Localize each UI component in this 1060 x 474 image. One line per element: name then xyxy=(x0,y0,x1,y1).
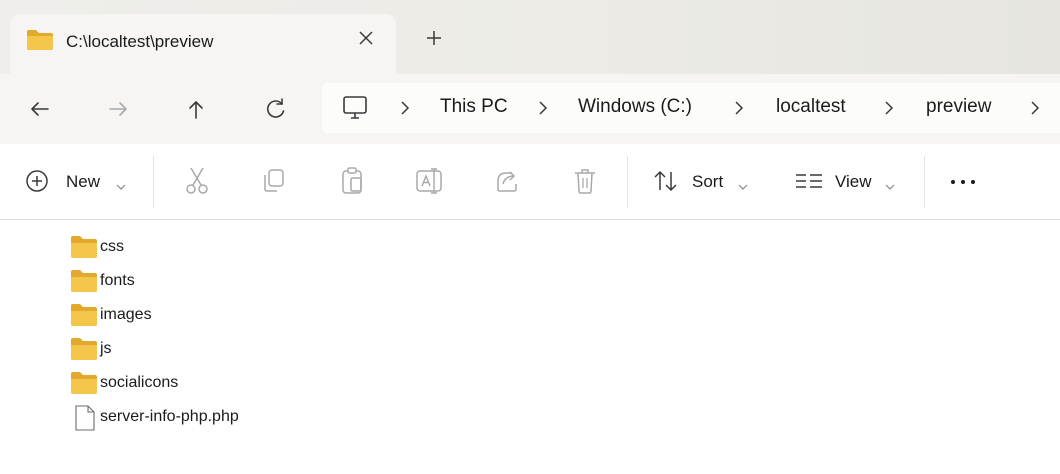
sort-icon xyxy=(652,168,680,199)
view-label: View xyxy=(835,172,872,191)
tab-title: C:\localtest\preview xyxy=(66,32,214,51)
delete-icon[interactable] xyxy=(570,164,600,198)
breadcrumb-windows-c[interactable]: Windows (C:) xyxy=(578,96,692,118)
more-icon[interactable] xyxy=(946,164,980,198)
breadcrumb-localtest[interactable]: localtest xyxy=(776,96,846,118)
copy-icon[interactable] xyxy=(260,164,290,198)
chevron-down-icon xyxy=(885,178,895,196)
add-circle-icon xyxy=(24,168,50,199)
view-button[interactable]: View xyxy=(795,164,905,198)
folder-icon xyxy=(26,29,54,56)
view-list-icon xyxy=(795,170,823,197)
chevron-right-icon[interactable] xyxy=(882,99,896,117)
list-item-css[interactable]: css xyxy=(70,231,370,265)
toolbar-divider xyxy=(153,156,154,208)
list-item-server-info-php[interactable]: server-info-php.php xyxy=(70,401,370,435)
list-item-images[interactable]: images xyxy=(70,299,370,333)
folder-icon xyxy=(70,371,98,400)
list-item-js[interactable]: js xyxy=(70,333,370,367)
sort-button[interactable]: Sort xyxy=(652,164,762,198)
new-button[interactable]: New xyxy=(24,164,136,198)
item-name: socialicons xyxy=(100,374,179,391)
chevron-right-icon[interactable] xyxy=(398,99,412,117)
list-item-fonts[interactable]: fonts xyxy=(70,265,370,299)
arrow-up-icon[interactable] xyxy=(178,92,214,126)
toolbar-divider xyxy=(627,156,628,208)
folder-icon xyxy=(70,269,98,298)
chevron-down-icon xyxy=(738,178,748,196)
chevron-right-icon[interactable] xyxy=(1028,99,1042,117)
tab-preview[interactable]: C:\localtest\preview xyxy=(10,14,396,74)
plus-icon[interactable] xyxy=(418,22,450,54)
breadcrumb-this-pc[interactable]: This PC xyxy=(440,96,508,118)
navigation-bar: This PC Windows (C:) localtest preview xyxy=(0,74,1060,144)
this-pc-icon xyxy=(342,95,368,126)
arrow-right-icon[interactable] xyxy=(100,92,136,126)
sort-label: Sort xyxy=(692,172,724,191)
address-bar[interactable]: This PC Windows (C:) localtest preview xyxy=(322,83,1060,133)
toolbar-divider xyxy=(924,156,925,208)
folder-icon xyxy=(70,235,98,264)
item-name: images xyxy=(100,306,152,323)
folder-icon xyxy=(70,337,98,366)
paste-icon[interactable] xyxy=(338,164,368,198)
share-icon[interactable] xyxy=(492,164,522,198)
item-name: server-info-php.php xyxy=(100,408,239,425)
title-bar: C:\localtest\preview xyxy=(0,0,1060,74)
folder-icon xyxy=(70,303,98,332)
chevron-right-icon[interactable] xyxy=(732,99,746,117)
cut-icon[interactable] xyxy=(182,164,212,198)
rename-icon[interactable] xyxy=(414,164,444,198)
command-toolbar: New Sort View xyxy=(0,144,1060,220)
item-name: css xyxy=(100,238,124,255)
close-icon[interactable] xyxy=(350,22,382,54)
refresh-icon[interactable] xyxy=(258,92,294,126)
chevron-down-icon xyxy=(116,178,126,196)
list-item-socialicons[interactable]: socialicons xyxy=(70,367,370,401)
new-label: New xyxy=(66,172,101,191)
file-icon xyxy=(74,405,96,436)
arrow-left-icon[interactable] xyxy=(22,92,58,126)
item-name: js xyxy=(100,340,112,357)
breadcrumb-preview[interactable]: preview xyxy=(926,96,991,118)
item-name: fonts xyxy=(100,272,135,289)
chevron-right-icon[interactable] xyxy=(536,99,550,117)
